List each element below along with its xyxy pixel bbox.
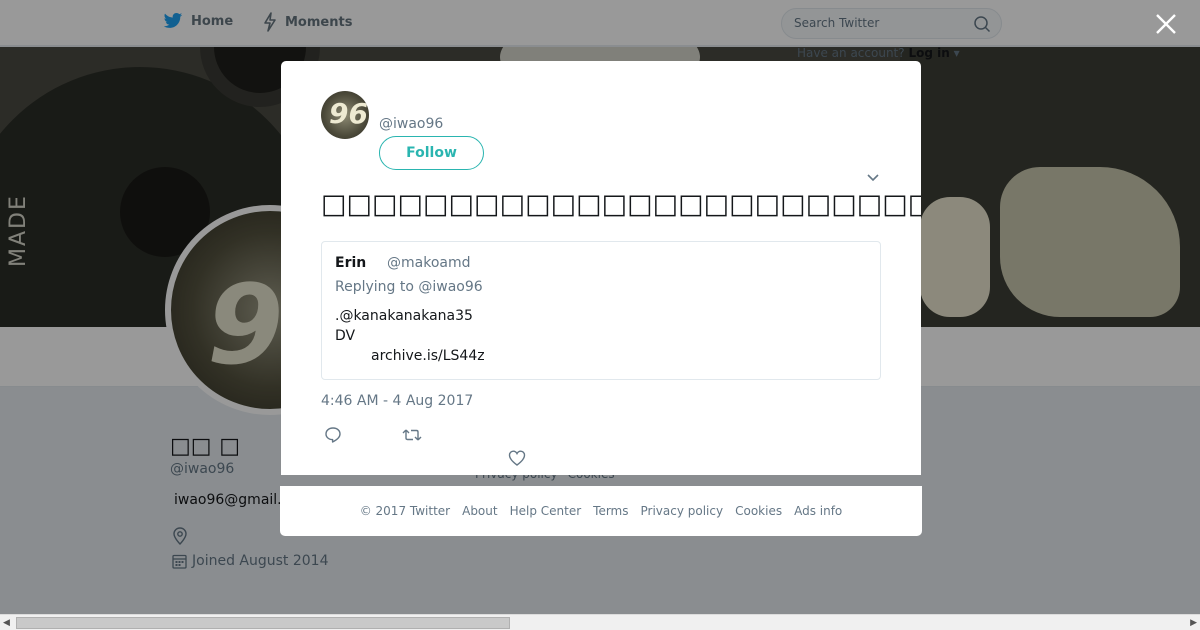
scrollbar-thumb[interactable]	[16, 617, 510, 629]
modal-footer: © 2017 Twitter About Help Center Terms P…	[280, 486, 922, 536]
footer-cookies-link[interactable]: Cookies	[735, 504, 782, 518]
footer-help-link[interactable]: Help Center	[510, 504, 582, 518]
quoted-text-line: .@kanakanakana35	[335, 308, 473, 324]
quoted-author-handle: @makoamd	[387, 255, 471, 271]
close-icon[interactable]	[1154, 12, 1178, 36]
footer-ads-link[interactable]: Ads info	[794, 504, 842, 518]
heart-icon[interactable]	[508, 450, 526, 466]
scroll-left-icon[interactable]: ◀	[3, 618, 10, 628]
retweet-icon[interactable]	[402, 427, 422, 443]
footer-privacy-link[interactable]: Privacy policy	[641, 504, 724, 518]
horizontal-scrollbar[interactable]: ◀ ▶	[0, 614, 1200, 630]
footer-terms-link[interactable]: Terms	[593, 504, 628, 518]
footer-about-link[interactable]: About	[462, 504, 497, 518]
follow-button[interactable]: Follow	[379, 136, 484, 170]
tweet-author-avatar[interactable]: 96	[321, 91, 369, 139]
quoted-text-line: DV	[335, 328, 356, 344]
tweet-timestamp[interactable]: 4:46 AM - 4 Aug 2017	[321, 393, 473, 409]
tweet-text: □□□□□□□□□□□□□□□□□□□□□□□□□□□□□□□□□□□□□□□□…	[321, 189, 921, 220]
quoted-replying-to: Replying to @iwao96	[335, 279, 483, 295]
reply-icon[interactable]	[324, 426, 342, 444]
chevron-down-icon[interactable]	[866, 173, 880, 183]
scroll-right-icon[interactable]: ▶	[1190, 618, 1197, 628]
quoted-link: archive.is/LS44z	[371, 348, 485, 364]
tweet-author-handle[interactable]: @iwao96	[379, 116, 443, 132]
tweet-modal: 96 @iwao96 Follow □□□□□□□□□□□□□□□□□□□□□□…	[281, 61, 921, 475]
quoted-tweet[interactable]: Erin @makoamd Replying to @iwao96 .@kana…	[321, 241, 881, 380]
footer-copyright: © 2017 Twitter	[359, 504, 451, 518]
quoted-author-name: Erin	[335, 255, 367, 271]
